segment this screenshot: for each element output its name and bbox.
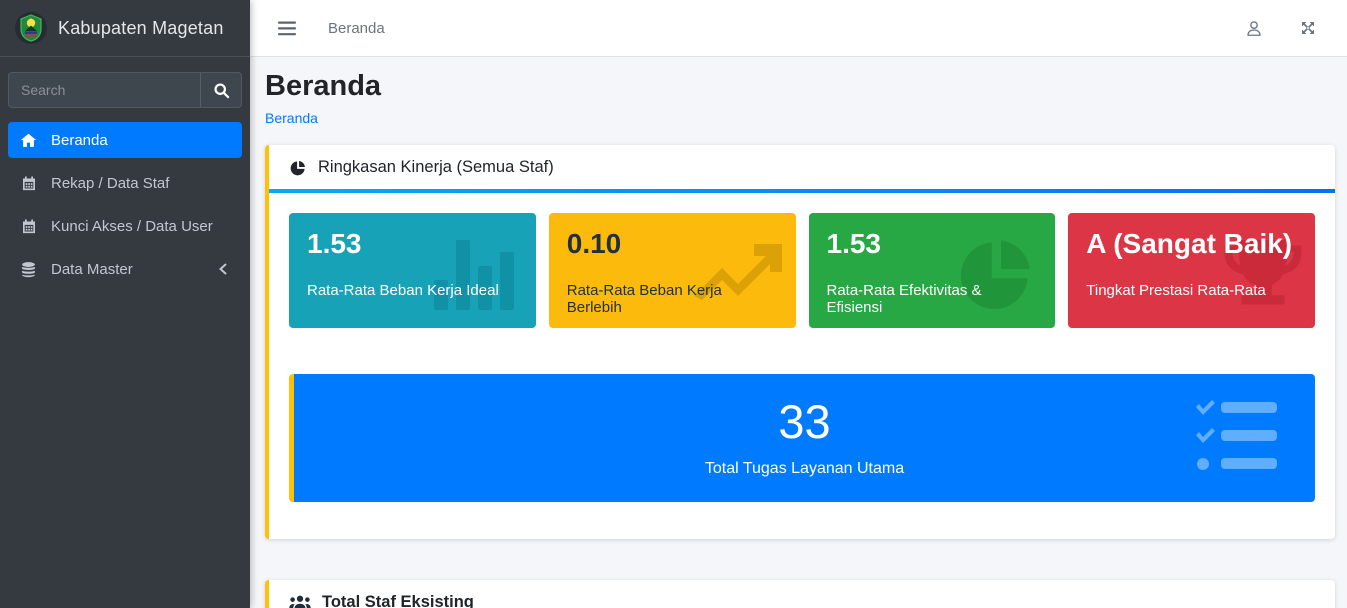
staff-card-title: Total Staf Eksisting [322,593,474,608]
search-icon [213,82,230,99]
info-box-value: 1.53 [307,226,518,261]
summary-card: Ringkasan Kinerja (Semua Staf) 1.53 Rata… [265,145,1335,539]
total-tugas-value: 33 [778,398,830,445]
info-box-beban-kerja-ideal: 1.53 Rata-Rata Beban Kerja Ideal [289,213,536,328]
sidebar-toggle-button[interactable] [272,15,302,42]
sidebar: Kabupaten Magetan Beranda [0,0,250,608]
info-box-value: 1.53 [827,226,1038,261]
fullscreen-button[interactable] [1295,15,1321,41]
brand[interactable]: Kabupaten Magetan [0,0,250,57]
tasks-icon [1193,398,1281,478]
info-box-tingkat-prestasi: A (Sangat Baik) Tingkat Prestasi Rata-Ra… [1068,213,1315,328]
content: Beranda Beranda Ringkasan Kinerja (Semua… [250,57,1347,608]
sidebar-menu: Beranda Rekap / Data Staf [0,108,250,294]
info-box-efektivitas-efisiensi: 1.53 Rata-Rata Efektivitas & Efisiensi [809,213,1056,328]
info-box-value: 0.10 [567,226,778,261]
sidebar-search [8,72,242,108]
chevron-left-icon [218,263,228,275]
info-box-label: Rata-Rata Beban Kerja Berlebih [567,282,778,316]
info-box-label: Rata-Rata Beban Kerja Ideal [307,282,518,299]
info-box-label: Tingkat Prestasi Rata-Rata [1086,282,1297,299]
database-icon [18,261,39,278]
users-icon [289,594,311,608]
navbar-home-link[interactable]: Beranda [328,20,385,37]
breadcrumb-link-beranda[interactable]: Beranda [265,110,318,126]
expand-arrows-icon [1299,19,1317,37]
sidebar-item-label: Rekap / Data Staf [51,175,169,192]
sidebar-item-label: Data Master [51,261,133,278]
sidebar-item-kunci-akses-data-user[interactable]: Kunci Akses / Data User [8,208,242,244]
page-title: Beranda [265,70,1335,103]
hamburger-icon [278,21,296,36]
home-icon [18,132,39,149]
staff-card: Total Staf Eksisting [265,580,1335,608]
top-navbar: Beranda [250,0,1347,57]
info-box-value: A (Sangat Baik) [1086,226,1297,261]
brand-title: Kabupaten Magetan [58,18,224,39]
user-menu-button[interactable] [1241,15,1267,42]
pie-chart-icon [289,159,307,177]
info-box-row: 1.53 Rata-Rata Beban Kerja Ideal 0.10 Ra… [289,213,1315,328]
summary-card-title: Ringkasan Kinerja (Semua Staf) [318,158,554,177]
info-box-beban-kerja-berlebih: 0.10 Rata-Rata Beban Kerja Berlebih [549,213,796,328]
info-box-label: Rata-Rata Efektivitas & Efisiensi [827,282,1038,316]
sidebar-item-beranda[interactable]: Beranda [8,122,242,158]
summary-card-header: Ringkasan Kinerja (Semua Staf) [269,145,1335,189]
sidebar-item-rekap-data-staf[interactable]: Rekap / Data Staf [8,165,242,201]
total-tugas-label: Total Tugas Layanan Utama [705,460,904,478]
user-icon [1245,19,1263,38]
total-tugas-callout: 33 Total Tugas Layanan Utama [289,374,1315,502]
breadcrumb: Beranda [265,110,1335,126]
sidebar-item-label: Kunci Akses / Data User [51,218,213,235]
calendar-icon [18,218,39,235]
sidebar-item-label: Beranda [51,132,108,149]
search-button[interactable] [200,72,242,108]
calendar-icon [18,175,39,192]
search-input[interactable] [8,72,200,108]
staff-card-header: Total Staf Eksisting [269,580,1335,608]
main-area: Beranda Beranda Beranda [250,0,1347,608]
sidebar-item-data-master[interactable]: Data Master [8,251,242,287]
summary-card-body: 1.53 Rata-Rata Beban Kerja Ideal 0.10 Ra… [269,193,1335,539]
brand-logo [14,11,48,45]
